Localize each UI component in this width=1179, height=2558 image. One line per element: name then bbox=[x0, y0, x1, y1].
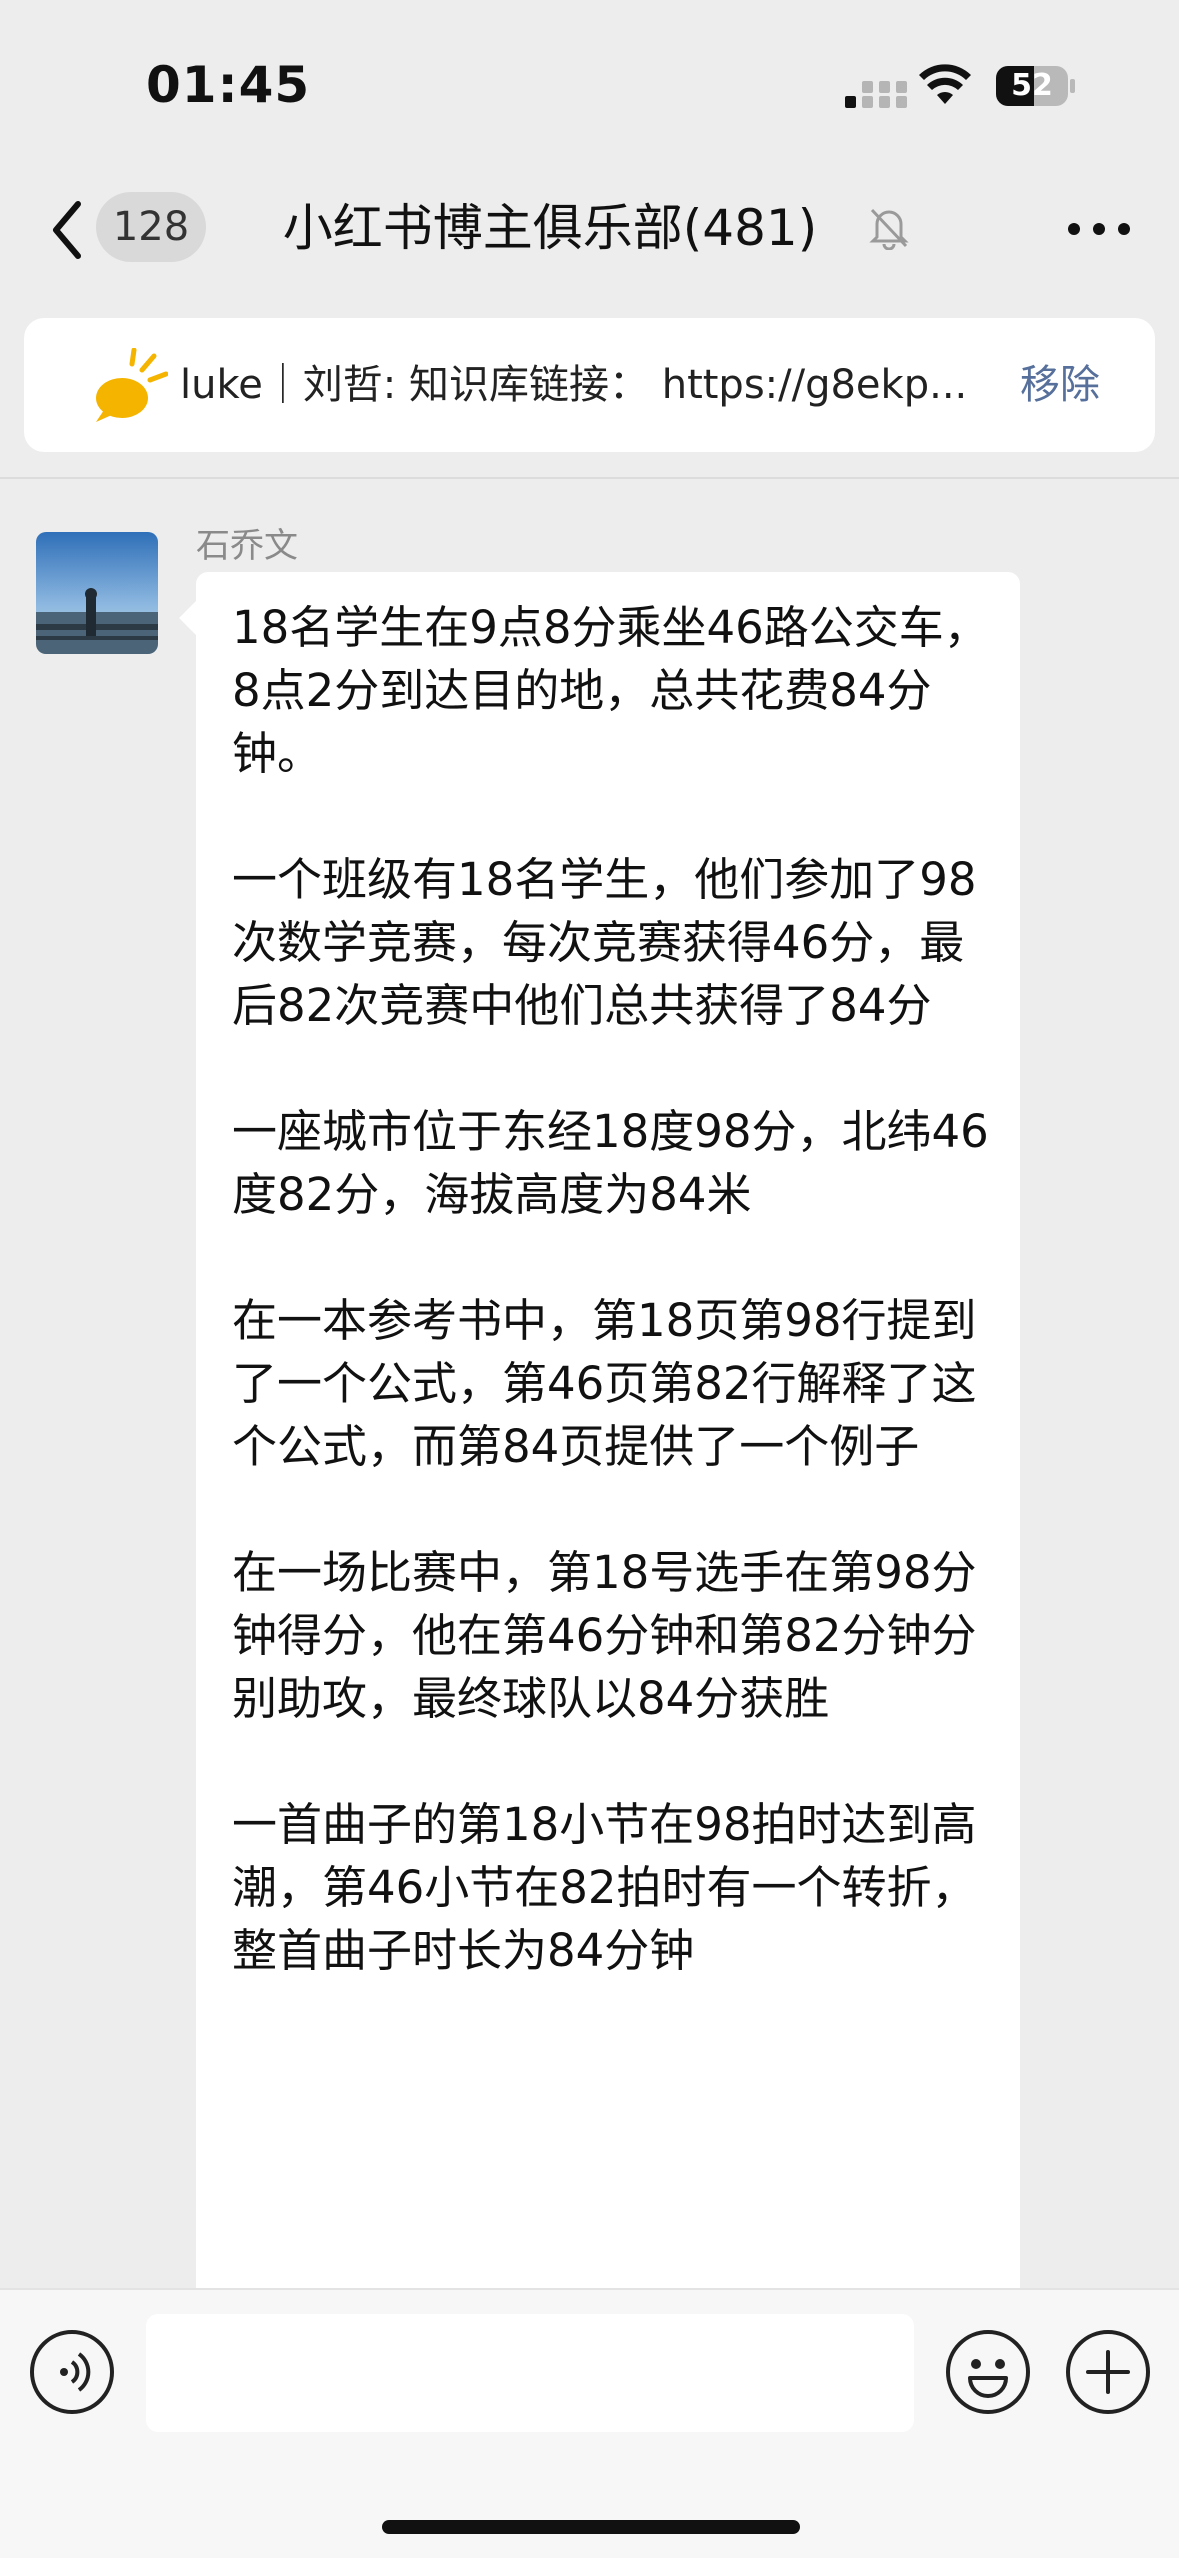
message-text: 18名学生在9点8分乘坐46路公交车，8点2分到达目的地，总共花费84分钟。 一… bbox=[232, 601, 989, 1977]
message-input[interactable] bbox=[146, 2314, 914, 2432]
input-bar bbox=[0, 2288, 1179, 2558]
avatar[interactable] bbox=[36, 532, 158, 654]
battery-icon: 52 bbox=[996, 66, 1076, 106]
status-bar: 01:45 52 bbox=[0, 0, 1179, 170]
chevron-left-icon[interactable] bbox=[48, 198, 88, 262]
remove-pinned-button[interactable]: 移除 bbox=[1020, 318, 1100, 452]
status-time: 01:45 bbox=[146, 56, 311, 114]
message-bubble[interactable]: 18名学生在9点8分乘坐46路公交车，8点2分到达目的地，总共花费84分钟。 一… bbox=[196, 572, 1020, 2332]
pinned-message-text[interactable]: luke｜刘哲: 知识库链接： https://g8ekp... bbox=[180, 318, 1010, 452]
battery-level: 52 bbox=[1011, 68, 1053, 103]
pinned-message[interactable]: luke｜刘哲: 知识库链接： https://g8ekp... 移除 bbox=[24, 318, 1155, 452]
sender-name: 石乔文 bbox=[196, 526, 298, 566]
wifi-icon bbox=[919, 64, 971, 104]
bell-muted-icon bbox=[869, 208, 909, 250]
plus-icon[interactable] bbox=[1066, 2330, 1150, 2414]
announcement-icon bbox=[96, 348, 168, 422]
more-dots-icon[interactable] bbox=[1064, 205, 1134, 255]
unread-count-badge[interactable]: 128 bbox=[96, 192, 206, 262]
emoji-icon[interactable] bbox=[946, 2330, 1030, 2414]
divider bbox=[0, 477, 1179, 479]
page-title: 小红书博主俱乐部(481) bbox=[282, 199, 818, 257]
home-indicator[interactable] bbox=[382, 2520, 800, 2534]
signal-icon bbox=[845, 81, 907, 108]
voice-icon[interactable] bbox=[30, 2330, 114, 2414]
